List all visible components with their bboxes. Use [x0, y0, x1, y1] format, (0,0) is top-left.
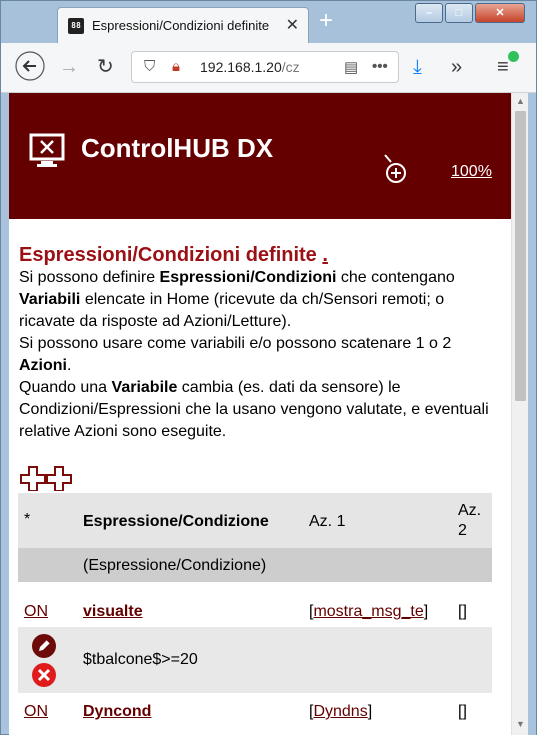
- intro-paragraph: Si possono definire Espressioni/Condizio…: [19, 269, 489, 440]
- table-header-row: * Espressione/Condizione Az. 1 Az. 2: [18, 493, 492, 548]
- nav-toolbar: → ↻ ⛉ 🔒︎ 192.168.1.20/cz ▤ ••• ⤓ » ≡: [1, 43, 536, 93]
- scrollbar-thumb[interactable]: [515, 111, 526, 401]
- scroll-down-icon[interactable]: ▼: [516, 719, 525, 729]
- url-bar[interactable]: ⛉ 🔒︎ 192.168.1.20/cz ▤ •••: [131, 51, 399, 83]
- subheader-expression: (Espressione/Condizione): [83, 557, 267, 574]
- action1-cell: [Dyndns]: [309, 703, 373, 720]
- delete-icon[interactable]: [31, 662, 57, 693]
- close-window-button[interactable]: ✕: [475, 3, 525, 23]
- monitor-logo-icon: [29, 133, 65, 167]
- condition-name-link[interactable]: visualte: [83, 603, 143, 621]
- action1-cell: [mostra_msg_te]: [309, 603, 429, 620]
- table-row: ON visualte [mostra_msg_te] []: [18, 593, 492, 627]
- condition-name-link[interactable]: Dyncond: [83, 703, 151, 721]
- vertical-scrollbar[interactable]: ▲ ▼: [511, 93, 529, 735]
- brand-title: ControlHUB DX: [81, 133, 274, 163]
- header-expression: Espressione/Condizione: [83, 513, 269, 530]
- tab-title: Espressioni/Condizioni definite: [92, 18, 270, 33]
- zoom-link[interactable]: 100%: [451, 163, 492, 181]
- header-star: *: [24, 511, 31, 528]
- page-title: Espressioni/Condizioni definite .: [19, 244, 328, 266]
- title-bar: 88 Espressioni/Condizioni definite ✕ + –…: [1, 1, 536, 43]
- update-badge-icon: [508, 51, 519, 62]
- header-az1: Az. 1: [309, 513, 346, 530]
- forward-icon[interactable]: →: [59, 55, 79, 79]
- page-viewport: ControlHUB DX 100% Espressioni/Condizion…: [9, 93, 511, 735]
- back-icon[interactable]: [15, 51, 45, 87]
- page-content: Espressioni/Condizioni definite . Si pos…: [19, 243, 503, 443]
- zoom-in-icon[interactable]: [383, 153, 409, 190]
- action1-link[interactable]: mostra_msg_te: [313, 603, 423, 620]
- page-actions-icon[interactable]: •••: [372, 58, 388, 75]
- table-expression-row: $tbalcone$>=20: [18, 627, 492, 693]
- status-toggle[interactable]: ON: [24, 703, 48, 721]
- action1-link[interactable]: Dyndns: [313, 703, 367, 720]
- insecure-lock-icon[interactable]: 🔒︎: [172, 58, 180, 75]
- reader-view-icon[interactable]: ▤: [344, 58, 358, 76]
- url-text[interactable]: 192.168.1.20/cz: [200, 59, 300, 75]
- edit-icon[interactable]: [31, 633, 57, 664]
- close-tab-icon[interactable]: ✕: [286, 15, 299, 35]
- title-link[interactable]: .: [322, 244, 328, 266]
- browser-window: 88 Espressioni/Condizioni definite ✕ + –…: [0, 0, 537, 735]
- action2-cell: []: [458, 603, 467, 620]
- table-subheader-row: (Espressione/Condizione): [18, 548, 492, 582]
- new-tab-icon[interactable]: +: [319, 9, 333, 33]
- scroll-up-icon[interactable]: ▲: [516, 96, 525, 106]
- menu-icon[interactable]: ≡: [497, 55, 509, 79]
- browser-tab[interactable]: 88 Espressioni/Condizioni definite ✕: [57, 7, 309, 43]
- status-toggle[interactable]: ON: [24, 603, 48, 621]
- expression-text: $tbalcone$>=20: [83, 651, 198, 668]
- reload-icon[interactable]: ↻: [97, 55, 114, 79]
- download-icon[interactable]: ⤓: [413, 55, 422, 79]
- action2-cell: []: [458, 703, 467, 720]
- minimize-button[interactable]: –: [415, 3, 443, 23]
- overflow-icon[interactable]: »: [451, 55, 462, 79]
- add-icon[interactable]: [19, 465, 75, 496]
- shield-icon[interactable]: ⛉: [144, 58, 155, 75]
- header-banner: ControlHUB DX 100%: [9, 93, 511, 219]
- window-border: [528, 93, 536, 735]
- header-az2: Az. 2: [458, 502, 482, 539]
- favicon-icon: 88: [68, 18, 84, 34]
- maximize-button[interactable]: □: [445, 3, 473, 23]
- table-row: ON Dyncond [Dyndns] []: [18, 693, 492, 727]
